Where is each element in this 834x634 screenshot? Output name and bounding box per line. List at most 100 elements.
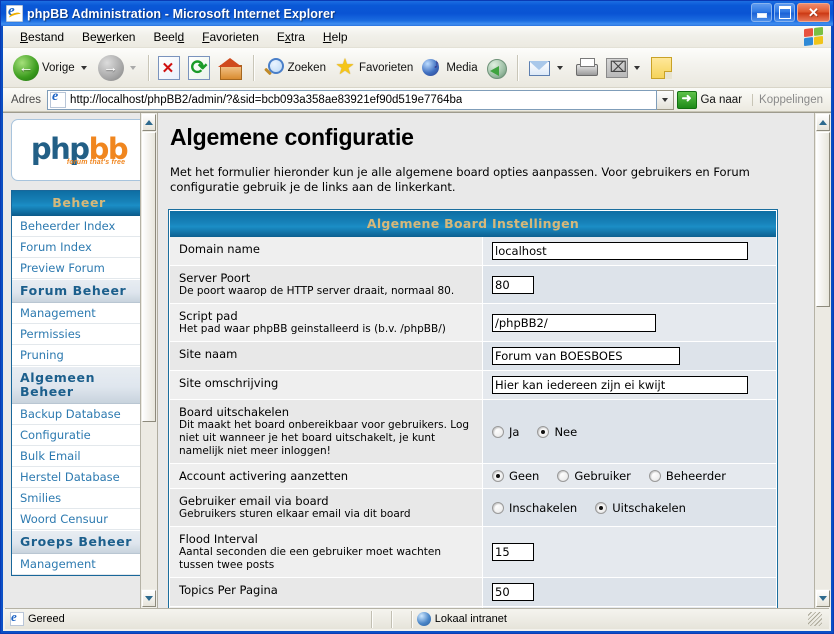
chevron-down-icon[interactable]: [80, 65, 87, 70]
notes-button[interactable]: [647, 51, 676, 85]
sidebar-item-preview-forum[interactable]: Preview Forum: [12, 258, 140, 279]
site-name-input[interactable]: [492, 347, 680, 365]
radio-email-inschakelen[interactable]: Inschakelen: [492, 501, 577, 515]
page-title: Algemene configuratie: [170, 124, 414, 150]
status-pane-3: [392, 610, 412, 628]
radio-label: Inschakelen: [509, 500, 578, 515]
table-row: Topics Per Pagina: [170, 578, 776, 607]
address-dropdown-button[interactable]: [657, 89, 675, 110]
label-text: Domain name: [179, 242, 260, 256]
go-button-label: Ga naar: [700, 93, 743, 106]
address-bar: Adres http://localhost/phpBB2/admin/?&si…: [3, 88, 831, 112]
sidebar-item-smilies[interactable]: Smilies: [12, 488, 140, 509]
table-row-partial: [170, 607, 776, 608]
sidebar-item-management-groeps[interactable]: Management: [12, 554, 140, 575]
radio-activation-geen[interactable]: Geen: [492, 469, 539, 483]
row-label-topics-per-page: Topics Per Pagina: [170, 578, 483, 606]
main-scroll-down-button[interactable]: [816, 590, 830, 607]
print-button[interactable]: [570, 51, 602, 85]
sidebar-scroll-thumb[interactable]: [142, 132, 156, 422]
minimize-button[interactable]: [751, 3, 772, 22]
table-row: Script pad Het pad waar phpBB geinstalle…: [170, 304, 776, 342]
sidebar-item-forum-index[interactable]: Forum Index: [12, 237, 140, 258]
chevron-down-icon-edit[interactable]: [633, 65, 640, 70]
radio-activation-beheerder[interactable]: Beheerder: [648, 469, 726, 483]
window-titlebar: phpBB Administration - Microsoft Interne…: [1, 1, 833, 26]
site-description-input[interactable]: [492, 376, 748, 394]
menu-beeld[interactable]: Beeld: [144, 28, 193, 46]
radio-board-disable-nee[interactable]: Nee: [537, 425, 577, 439]
sidebar-item-woord-censuur[interactable]: Woord Censuur: [12, 509, 140, 530]
windows-flag-logo: [804, 26, 823, 47]
main-scrollbar[interactable]: [814, 113, 831, 608]
home-button[interactable]: [214, 51, 248, 85]
sidebar-item-permissies[interactable]: Permissies: [12, 324, 140, 345]
stop-button[interactable]: [154, 51, 184, 85]
edit-button[interactable]: [602, 51, 647, 85]
forward-button[interactable]: →: [94, 51, 143, 85]
radio-email-uitschakelen[interactable]: Uitschakelen: [595, 501, 686, 515]
row-label-script-path: Script pad Het pad waar phpBB geinstalle…: [170, 304, 483, 341]
main-frame: Algemene configuratie Met het formulier …: [158, 113, 831, 608]
chevron-down-icon-forward[interactable]: [129, 65, 136, 70]
menu-extra[interactable]: Extra: [268, 28, 314, 46]
sidebar-scroll-up-button[interactable]: [142, 114, 156, 131]
row-value-domain-name: [483, 237, 776, 265]
go-button[interactable]: Ga naar: [674, 89, 748, 111]
sidebar-scrollbar[interactable]: [140, 113, 157, 608]
row-label-server-port: Server Poort De poort waarop de HTTP ser…: [170, 266, 483, 303]
row-label-flood-interval: Flood Interval Aantal seconden die een g…: [170, 527, 483, 577]
mail-button[interactable]: [523, 51, 570, 85]
sidebar-item-management-forum[interactable]: Management: [12, 303, 140, 324]
server-port-input[interactable]: [492, 275, 534, 294]
radio-board-disable-ja[interactable]: Ja: [492, 425, 519, 439]
sidebar-item-pruning[interactable]: Pruning: [12, 345, 140, 366]
favorites-button[interactable]: Favorieten: [330, 51, 417, 85]
links-toolbar-label[interactable]: Koppelingen: [752, 93, 829, 106]
resize-grip[interactable]: [808, 612, 822, 626]
topics-per-page-input[interactable]: [492, 583, 534, 601]
script-path-input[interactable]: [492, 313, 656, 332]
flood-interval-input[interactable]: [492, 543, 534, 561]
radio-icon: [492, 501, 504, 514]
status-text-pane: Gereed: [5, 609, 372, 628]
media-button-label: Media: [446, 61, 478, 74]
history-icon: [486, 57, 508, 79]
search-button[interactable]: Zoeken: [259, 51, 330, 85]
address-input[interactable]: http://localhost/phpBB2/admin/?&sid=bcb0…: [47, 89, 658, 110]
sidebar-scroll-track[interactable]: [141, 132, 157, 589]
sidebar-scroll-down-button[interactable]: [142, 590, 156, 607]
close-button[interactable]: [797, 3, 830, 22]
refresh-button[interactable]: [184, 51, 214, 85]
table-row: Site omschrijving: [170, 371, 776, 400]
home-icon: [217, 56, 244, 80]
menu-bewerken[interactable]: Bewerken: [73, 28, 144, 46]
domain-name-input[interactable]: [492, 242, 748, 260]
label-sub-text: Aantal seconden die een gebruiker moet w…: [179, 546, 442, 571]
radio-label: Uitschakelen: [612, 500, 686, 515]
main-scroll-up-button[interactable]: [816, 114, 830, 131]
menu-bestand[interactable]: Bestand: [11, 28, 73, 46]
media-button[interactable]: Media: [417, 51, 481, 85]
main-scroll-thumb[interactable]: [816, 132, 830, 307]
chevron-down-icon-mail[interactable]: [556, 65, 563, 70]
sidebar-item-beheerder-index[interactable]: Beheerder Index: [12, 216, 140, 237]
maximize-button[interactable]: [774, 3, 795, 22]
menu-help[interactable]: Help: [314, 28, 357, 46]
status-bar: Gereed Lokaal intranet: [5, 608, 829, 629]
nav-section-groeps-beheer: Groeps Beheer: [12, 530, 140, 554]
address-url-text: http://localhost/phpBB2/admin/?&sid=bcb0…: [70, 93, 463, 106]
sidebar-item-configuratie[interactable]: Configuratie: [12, 425, 140, 446]
sidebar-item-backup-database[interactable]: Backup Database: [12, 404, 140, 425]
sidebar-item-bulk-email[interactable]: Bulk Email: [12, 446, 140, 467]
menu-favorieten[interactable]: Favorieten: [193, 28, 268, 46]
window-controls: [751, 3, 830, 22]
security-zone-text: Lokaal intranet: [434, 613, 507, 625]
radio-activation-gebruiker[interactable]: Gebruiker: [557, 469, 631, 483]
back-button[interactable]: ← Vorige: [9, 51, 94, 85]
sidebar-item-herstel-database[interactable]: Herstel Database: [12, 467, 140, 488]
label-text: Site omschrijving: [179, 376, 279, 390]
main-scroll-track[interactable]: [815, 132, 831, 589]
history-button[interactable]: [482, 51, 512, 85]
forward-arrow-icon: →: [97, 54, 124, 81]
